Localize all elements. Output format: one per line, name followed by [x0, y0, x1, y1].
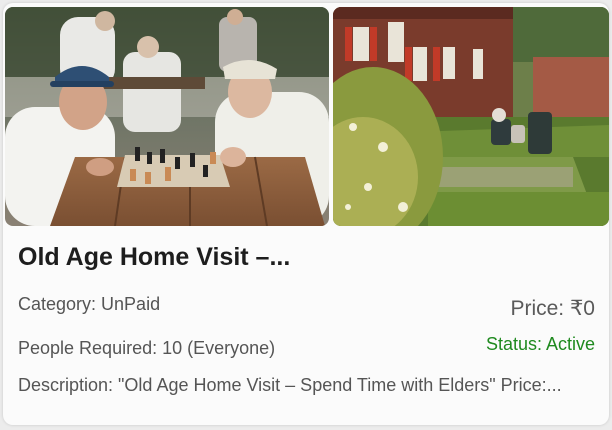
event-card[interactable]: Old Age Home Visit –... Category: UnPaid… — [3, 3, 609, 425]
garden-photo-image — [333, 7, 609, 226]
chess-photo[interactable] — [5, 7, 329, 226]
people-required: People Required: 10 (Everyone) — [18, 338, 276, 358]
status-badge: Status: Active — [485, 334, 595, 354]
event-category: Category: UnPaid — [18, 294, 161, 314]
chess-photo-image — [5, 7, 329, 226]
event-title[interactable]: Old Age Home Visit –... — [18, 243, 290, 272]
garden-photo[interactable] — [333, 7, 609, 226]
photo-gallery — [5, 7, 609, 226]
event-price: Price: ₹0 — [510, 297, 595, 320]
event-description: Description: "Old Age Home Visit – Spend… — [18, 375, 562, 395]
